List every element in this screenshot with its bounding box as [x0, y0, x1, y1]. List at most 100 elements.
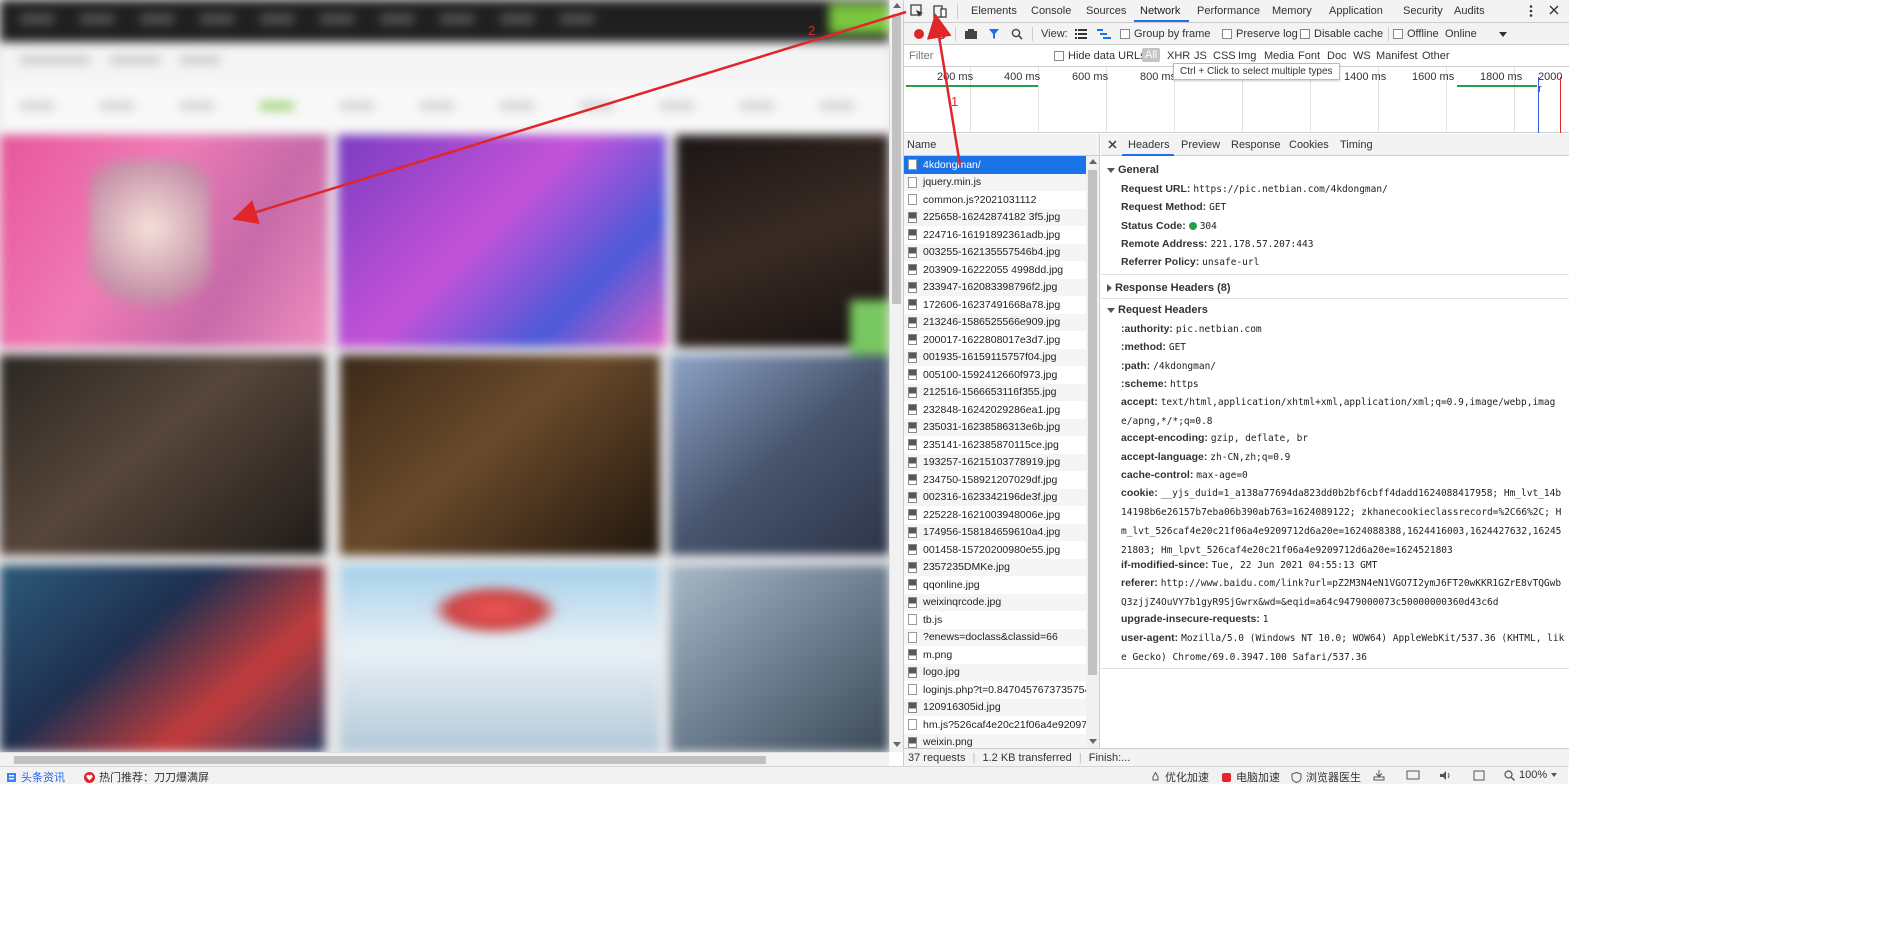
optimize-accelerate-button[interactable]: 优化加速: [1150, 769, 1209, 785]
request-row[interactable]: 002316-1623342196de3f.jpg: [904, 488, 1086, 506]
request-row[interactable]: 235141-162385870115ce.jpg: [904, 436, 1086, 454]
page-horizontal-scrollbar[interactable]: [0, 752, 889, 766]
request-row[interactable]: 225658-16242874182 3f5.jpg: [904, 208, 1086, 226]
hide-data-urls-checkbox[interactable]: Hide data URLs: [1054, 50, 1146, 62]
tab-response[interactable]: Response: [1231, 139, 1281, 151]
request-row[interactable]: hm.js?526caf4e20c21f06a4e9209712: [904, 716, 1086, 734]
request-name: qqonline.jpg: [923, 578, 980, 591]
request-row[interactable]: m.png: [904, 646, 1086, 664]
download-icon[interactable]: [1373, 770, 1385, 781]
tab-preview[interactable]: Preview: [1181, 139, 1220, 151]
request-row[interactable]: weixinqrcode.jpg: [904, 593, 1086, 611]
tab-application[interactable]: Application: [1329, 5, 1383, 17]
request-row[interactable]: 005100-1592412660f973.jpg: [904, 366, 1086, 384]
request-name: 200017-1622808017e3d7.jpg: [923, 333, 1061, 346]
column-header-name[interactable]: Name: [904, 134, 1099, 156]
request-row[interactable]: common.js?2021031112: [904, 191, 1086, 209]
tab-headers[interactable]: Headers: [1128, 139, 1170, 151]
filter-type-ws[interactable]: WS: [1353, 50, 1371, 62]
request-row[interactable]: qqonline.jpg: [904, 576, 1086, 594]
clear-icon[interactable]: [935, 28, 947, 40]
window-icon[interactable]: [1473, 770, 1485, 781]
tab-performance[interactable]: Performance: [1197, 5, 1260, 17]
request-row[interactable]: ?enews=doclass&classid=66: [904, 628, 1086, 646]
request-row[interactable]: jquery.min.js: [904, 173, 1086, 191]
filter-type-doc[interactable]: Doc: [1327, 50, 1347, 62]
search-icon[interactable]: [1011, 28, 1023, 40]
request-row[interactable]: 234750-158921207029df.jpg: [904, 471, 1086, 489]
filter-type-font[interactable]: Font: [1298, 50, 1320, 62]
filter-type-media[interactable]: Media: [1264, 50, 1294, 62]
general-section-toggle[interactable]: General: [1107, 164, 1159, 176]
preserve-log-checkbox[interactable]: Preserve log: [1222, 28, 1298, 40]
webpage-viewport[interactable]: [0, 0, 889, 752]
hot-recommend-link[interactable]: 热门推荐：刀刀爆满屏: [84, 769, 209, 785]
record-icon[interactable]: [913, 28, 925, 40]
offline-checkbox[interactable]: Offline: [1393, 28, 1439, 40]
filter-input[interactable]: [906, 48, 1044, 64]
request-row[interactable]: 232848-16242029286ea1.jpg: [904, 401, 1086, 419]
filter-type-js[interactable]: JS: [1194, 50, 1207, 62]
disable-cache-checkbox[interactable]: Disable cache: [1300, 28, 1383, 40]
request-row[interactable]: 001935-16159115757f04.jpg: [904, 348, 1086, 366]
request-row[interactable]: tb.js: [904, 611, 1086, 629]
zoom-control[interactable]: 100%: [1504, 769, 1558, 781]
volume-icon[interactable]: [1439, 770, 1451, 781]
tab-elements[interactable]: Elements: [971, 5, 1017, 17]
request-row[interactable]: 174956-158184659610a4.jpg: [904, 523, 1086, 541]
request-row[interactable]: 235031-16238586313e6b.jpg: [904, 418, 1086, 436]
request-headers-section-toggle[interactable]: Request Headers: [1107, 304, 1208, 316]
header-key: :method:: [1121, 341, 1166, 354]
request-row[interactable]: weixin.png: [904, 733, 1086, 748]
group-by-frame-checkbox[interactable]: Group by frame: [1120, 28, 1210, 40]
tab-network[interactable]: Network: [1140, 5, 1180, 17]
request-row[interactable]: 120916305id.jpg: [904, 698, 1086, 716]
filter-icon[interactable]: [988, 28, 1000, 40]
throttling-select[interactable]: Online: [1445, 28, 1507, 40]
request-row[interactable]: 193257-16215103778919.jpg: [904, 453, 1086, 471]
request-row[interactable]: 001458-15720200980e55.jpg: [904, 541, 1086, 559]
tab-timing[interactable]: Timing: [1340, 139, 1373, 151]
request-row[interactable]: 003255-162135557546b4.jpg: [904, 243, 1086, 261]
request-row[interactable]: logo.jpg: [904, 663, 1086, 681]
filter-type-manifest[interactable]: Manifest: [1376, 50, 1418, 62]
request-row[interactable]: 213246-1586525566e909.jpg: [904, 313, 1086, 331]
filter-type-xhr[interactable]: XHR: [1167, 50, 1190, 62]
request-row[interactable]: loginjs.php?t=0.8470457673735754: [904, 681, 1086, 699]
tab-cookies[interactable]: Cookies: [1289, 139, 1329, 151]
tab-memory[interactable]: Memory: [1272, 5, 1312, 17]
response-headers-section-toggle[interactable]: Response Headers (8): [1107, 282, 1231, 294]
inspect-element-icon[interactable]: [910, 4, 924, 18]
page-vertical-scrollbar[interactable]: [889, 0, 903, 752]
request-row[interactable]: 4kdongman/: [904, 156, 1086, 174]
waterfall-view-icon[interactable]: [1097, 28, 1111, 40]
request-row[interactable]: 224716-16191892361adb.jpg: [904, 226, 1086, 244]
request-row[interactable]: 172606-16237491668a78.jpg: [904, 296, 1086, 314]
request-row[interactable]: 200017-1622808017e3d7.jpg: [904, 331, 1086, 349]
request-row[interactable]: 2357235DMKe.jpg: [904, 558, 1086, 576]
request-row[interactable]: 233947-162083398796f2.jpg: [904, 278, 1086, 296]
tab-audits[interactable]: Audits: [1454, 5, 1485, 17]
request-row[interactable]: 225228-1621003948006e.jpg: [904, 506, 1086, 524]
tab-console[interactable]: Console: [1031, 5, 1071, 17]
more-menu-icon[interactable]: [1528, 4, 1534, 18]
tab-sources[interactable]: Sources: [1086, 5, 1126, 17]
filter-type-other[interactable]: Other: [1422, 50, 1450, 62]
close-devtools-icon[interactable]: [1549, 5, 1559, 15]
request-list-scrollbar[interactable]: [1086, 156, 1099, 748]
filter-type-css[interactable]: CSS: [1213, 50, 1236, 62]
close-detail-icon[interactable]: [1108, 140, 1117, 149]
browser-doctor-button[interactable]: 浏览器医生: [1291, 769, 1361, 785]
request-row[interactable]: 203909-16222055 4998dd.jpg: [904, 261, 1086, 279]
feedback-icon[interactable]: [1406, 770, 1420, 781]
tab-security[interactable]: Security: [1403, 5, 1443, 17]
request-row[interactable]: 212516-1566653116f355.jpg: [904, 383, 1086, 401]
filter-type-img[interactable]: Img: [1238, 50, 1256, 62]
device-toolbar-icon[interactable]: [933, 4, 947, 18]
blurred-webpage-content: [0, 0, 889, 752]
pc-accelerate-button[interactable]: 电脑加速: [1221, 769, 1280, 785]
filter-type-all[interactable]: All: [1142, 48, 1161, 62]
news-link[interactable]: 头条资讯: [6, 769, 65, 785]
list-view-icon[interactable]: [1075, 28, 1087, 40]
screenshot-camera-icon[interactable]: [964, 28, 978, 40]
